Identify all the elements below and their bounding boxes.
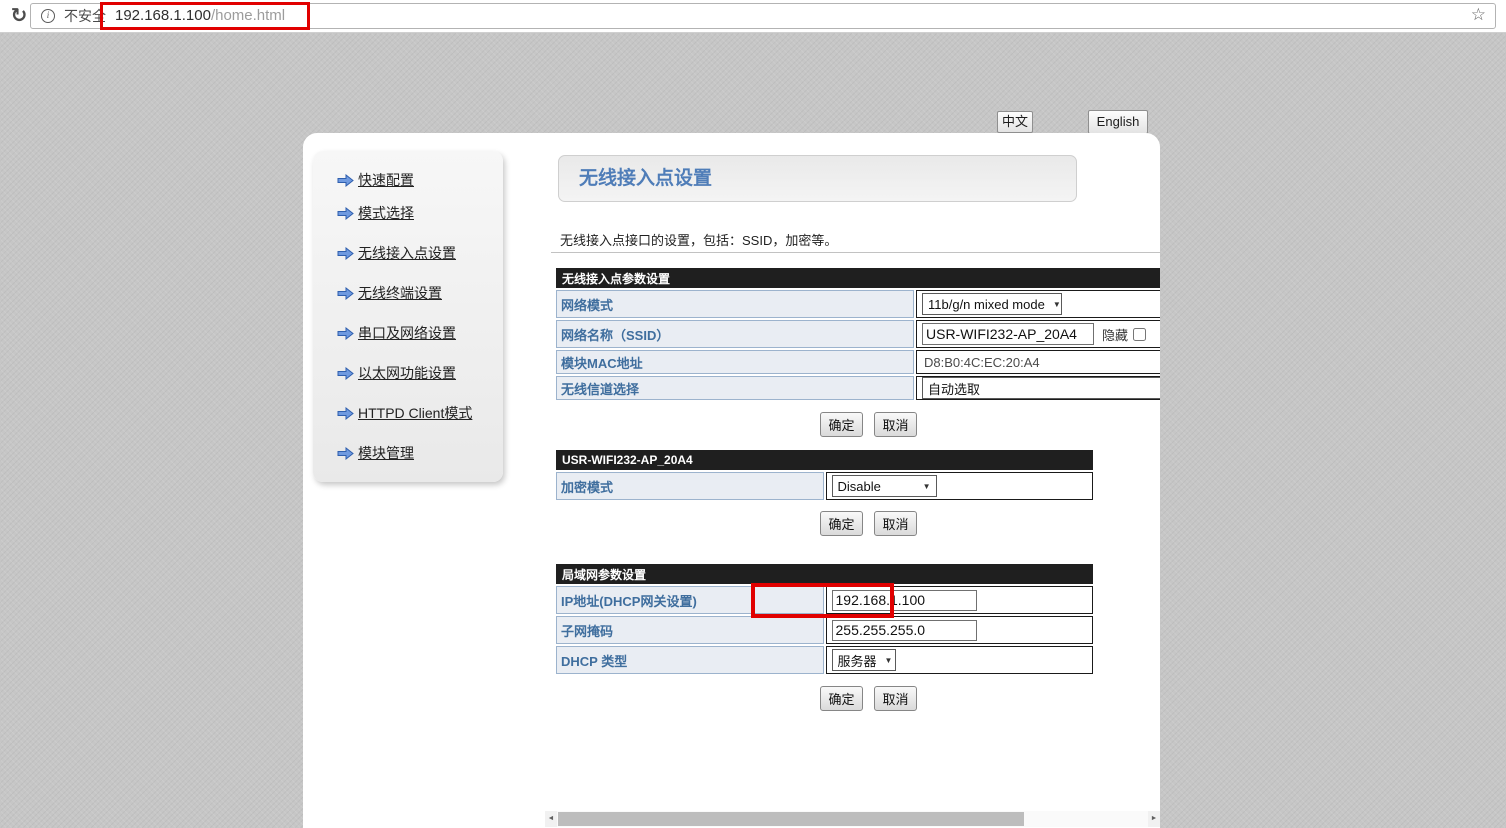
address-bar[interactable]: i 不安全 192.168.1.100/home.html ☆ bbox=[30, 3, 1496, 29]
arrow-right-icon bbox=[337, 207, 354, 220]
dhcp-type-label: DHCP 类型 bbox=[556, 646, 824, 674]
arrow-right-icon bbox=[337, 367, 354, 380]
subnet-mask-label: 子网掩码 bbox=[556, 616, 824, 644]
encryption-table: USR-WIFI232-AP_20A4 加密模式 Disable ▼ bbox=[554, 448, 1099, 506]
page-description: 无线接入点接口的设置，包括：SSID，加密等。 bbox=[560, 230, 837, 249]
subnet-mask-row: 子网掩码 bbox=[556, 616, 1093, 644]
channel-value: 自动选取 bbox=[928, 379, 980, 398]
arrow-right-icon bbox=[337, 407, 354, 420]
sidebar-item-label: 以太网功能设置 bbox=[358, 363, 456, 383]
dropdown-arrow-icon: ▼ bbox=[885, 656, 893, 665]
lan-table-header: 局域网参数设置 bbox=[556, 564, 1093, 584]
language-english-button[interactable]: English bbox=[1088, 110, 1148, 134]
dropdown-arrow-icon: ▼ bbox=[1053, 300, 1061, 309]
sidebar-item-httpd-client[interactable]: HTTPD Client模式 bbox=[337, 403, 472, 423]
sidebar-item-label: 无线接入点设置 bbox=[358, 243, 456, 263]
arrow-right-icon bbox=[337, 247, 354, 260]
encryption-mode-select[interactable]: Disable ▼ bbox=[832, 475, 937, 497]
sidebar bbox=[313, 151, 503, 482]
sidebar-item-label: 模式选择 bbox=[358, 203, 414, 223]
sidebar-item-label: 模块管理 bbox=[358, 443, 414, 463]
arrow-right-icon bbox=[337, 287, 354, 300]
url-host: 192.168.1.100 bbox=[115, 7, 211, 24]
sidebar-item-label: 快速配置 bbox=[358, 170, 414, 190]
sidebar-item-label: HTTPD Client模式 bbox=[358, 403, 472, 423]
page-title: 无线接入点设置 bbox=[579, 156, 712, 201]
sidebar-item-mode-select[interactable]: 模式选择 bbox=[337, 203, 414, 223]
browser-toolbar: ↻ i 不安全 192.168.1.100/home.html ☆ bbox=[0, 0, 1506, 33]
ap-settings-table: 无线接入点参数设置 网络模式 11b/g/n mixed mode ▼ 网络名称… bbox=[554, 266, 1160, 404]
ip-address-row: IP地址(DHCP网关设置) bbox=[556, 586, 1093, 614]
encryption-table-header: USR-WIFI232-AP_20A4 bbox=[556, 450, 1093, 470]
hide-ssid-checkbox[interactable] bbox=[1133, 328, 1146, 341]
info-icon[interactable]: i bbox=[41, 9, 55, 23]
mac-value: D8:B0:4C:EC:20:A4 bbox=[924, 355, 1040, 370]
divider bbox=[551, 252, 1160, 253]
channel-label: 无线信道选择 bbox=[556, 376, 914, 400]
sidebar-item-label: 无线终端设置 bbox=[358, 283, 442, 303]
channel-row: 无线信道选择 自动选取 ▼ bbox=[556, 376, 1160, 400]
dropdown-arrow-icon: ▼ bbox=[923, 482, 931, 491]
encryption-mode-row: 加密模式 Disable ▼ bbox=[556, 472, 1093, 500]
sidebar-item-quick-config[interactable]: 快速配置 bbox=[337, 170, 414, 190]
horizontal-scrollbar[interactable]: ◄ ► bbox=[545, 811, 1160, 827]
lan-settings-table: 局域网参数设置 IP地址(DHCP网关设置) 子网掩码 DHCP 类型 服务器 … bbox=[554, 562, 1099, 680]
sidebar-item-wireless-sta[interactable]: 无线终端设置 bbox=[337, 283, 442, 303]
dhcp-type-value: 服务器 bbox=[838, 651, 877, 670]
table-header-row: 无线接入点参数设置 bbox=[556, 268, 1160, 288]
sidebar-item-module-admin[interactable]: 模块管理 bbox=[337, 443, 414, 463]
dhcp-type-select[interactable]: 服务器 ▼ bbox=[832, 649, 896, 671]
sidebar-item-uart-network[interactable]: 串口及网络设置 bbox=[337, 323, 456, 343]
ip-address-label: IP地址(DHCP网关设置) bbox=[556, 586, 824, 614]
scroll-right-icon[interactable]: ► bbox=[1148, 811, 1160, 827]
ip-address-input[interactable] bbox=[832, 590, 977, 611]
encryption-ok-button[interactable]: 确定 bbox=[820, 511, 863, 536]
ssid-label: 网络名称（SSID） bbox=[556, 320, 914, 348]
lan-ok-button[interactable]: 确定 bbox=[820, 686, 863, 711]
channel-select[interactable]: 自动选取 ▼ bbox=[922, 377, 1160, 399]
scroll-left-icon[interactable]: ◄ bbox=[545, 811, 557, 827]
reload-icon[interactable]: ↻ bbox=[7, 3, 31, 29]
url-text[interactable]: 192.168.1.100/home.html bbox=[115, 4, 285, 28]
url-path: /home.html bbox=[211, 7, 285, 24]
network-mode-select[interactable]: 11b/g/n mixed mode ▼ bbox=[922, 293, 1062, 315]
encryption-mode-value: Disable bbox=[838, 479, 881, 494]
sidebar-item-ethernet[interactable]: 以太网功能设置 bbox=[337, 363, 456, 383]
lan-cancel-button[interactable]: 取消 bbox=[874, 686, 917, 711]
bookmark-star-icon[interactable]: ☆ bbox=[1471, 5, 1486, 25]
encryption-mode-label: 加密模式 bbox=[556, 472, 824, 500]
sidebar-item-wireless-ap[interactable]: 无线接入点设置 bbox=[337, 243, 456, 263]
arrow-right-icon bbox=[337, 174, 354, 187]
encryption-cancel-button[interactable]: 取消 bbox=[874, 511, 917, 536]
ap-table-header: 无线接入点参数设置 bbox=[556, 268, 1160, 288]
mac-row: 模块MAC地址 D8:B0:4C:EC:20:A4 bbox=[556, 350, 1160, 374]
network-mode-row: 网络模式 11b/g/n mixed mode ▼ bbox=[556, 290, 1160, 318]
ssid-input[interactable] bbox=[922, 323, 1094, 345]
language-chinese-button[interactable]: 中文 bbox=[997, 111, 1033, 133]
table-header-row: 局域网参数设置 bbox=[556, 564, 1093, 584]
arrow-right-icon bbox=[337, 327, 354, 340]
hide-ssid-label: 隐藏 bbox=[1102, 325, 1128, 344]
sidebar-item-label: 串口及网络设置 bbox=[358, 323, 456, 343]
network-mode-value: 11b/g/n mixed mode bbox=[928, 297, 1045, 312]
ssid-row: 网络名称（SSID） 隐藏 bbox=[556, 320, 1160, 348]
dhcp-type-row: DHCP 类型 服务器 ▼ bbox=[556, 646, 1093, 674]
security-status-label: 不安全 bbox=[64, 4, 106, 28]
scrollbar-thumb[interactable] bbox=[558, 812, 1024, 826]
arrow-right-icon bbox=[337, 447, 354, 460]
ap-cancel-button[interactable]: 取消 bbox=[874, 412, 917, 437]
network-mode-label: 网络模式 bbox=[556, 290, 914, 318]
mac-label: 模块MAC地址 bbox=[556, 350, 914, 374]
ap-ok-button[interactable]: 确定 bbox=[820, 412, 863, 437]
table-header-row: USR-WIFI232-AP_20A4 bbox=[556, 450, 1093, 470]
subnet-mask-input[interactable] bbox=[832, 620, 977, 641]
page-title-box: 无线接入点设置 bbox=[558, 155, 1077, 202]
